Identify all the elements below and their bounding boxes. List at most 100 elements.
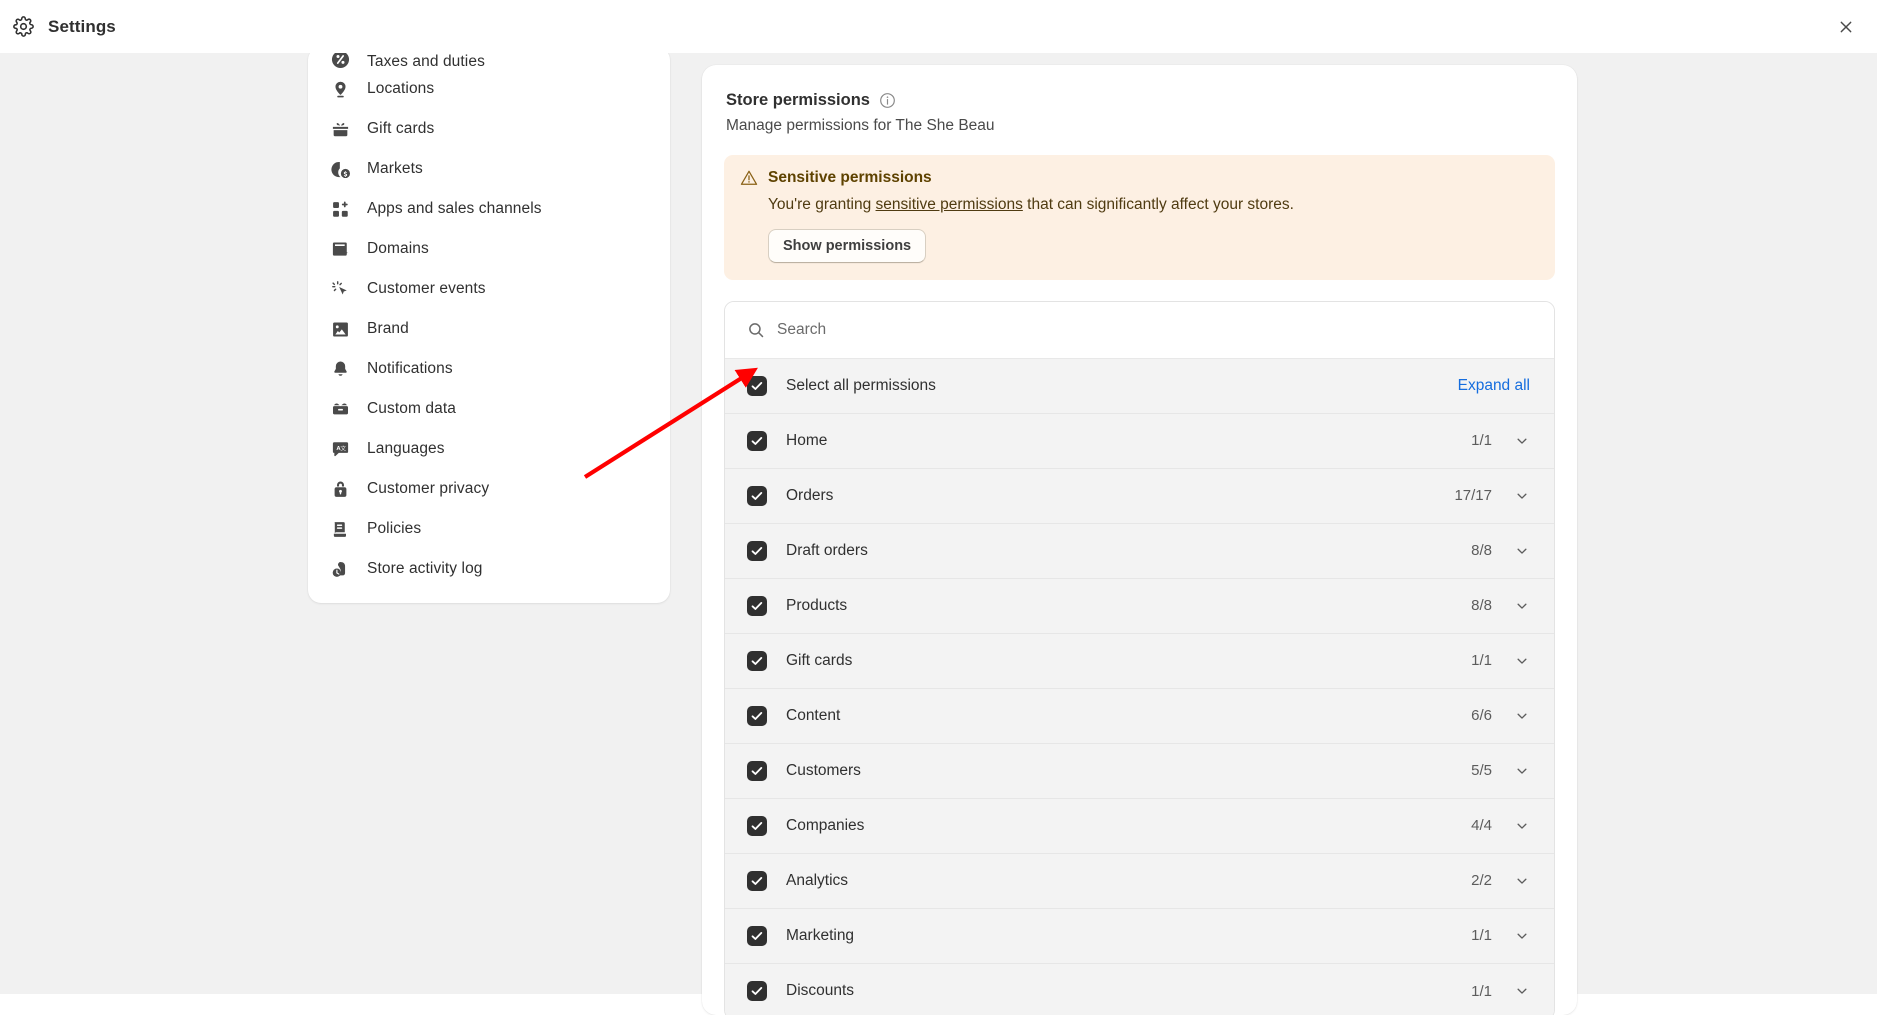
bell-icon: [330, 359, 350, 379]
sidebar-item-label: Markets: [367, 160, 423, 178]
info-icon[interactable]: [879, 92, 896, 109]
sidebar-item-label: Customer events: [367, 280, 486, 298]
permission-label: Discounts: [786, 982, 855, 1000]
permission-row[interactable]: Products 8/8: [725, 578, 1554, 634]
permission-label: Draft orders: [786, 541, 868, 559]
panel-subtitle: Manage permissions for The She Beau: [726, 117, 995, 134]
sidebar-item-label: Languages: [367, 440, 445, 458]
sidebar-item-label: Brand: [367, 320, 409, 338]
sidebar-item-customer-events[interactable]: Customer events: [320, 269, 658, 309]
permission-row[interactable]: Discounts 1/1: [725, 963, 1554, 1015]
sidebar-item-custom-data[interactable]: Custom data: [320, 389, 658, 429]
sidebar-item-label: Locations: [367, 80, 435, 98]
sensitive-permissions-banner: Sensitive permissions You're granting se…: [724, 155, 1555, 280]
search-input[interactable]: [777, 320, 1532, 339]
sidebar-item-brand[interactable]: Brand: [320, 309, 658, 349]
policies-icon: [330, 519, 350, 539]
warning-icon: [740, 169, 758, 187]
permission-checkbox[interactable]: [747, 430, 767, 451]
chevron-down-icon[interactable]: [1514, 928, 1530, 944]
sidebar-item-notifications[interactable]: Notifications: [320, 349, 658, 389]
permission-row[interactable]: Content 6/6: [725, 688, 1554, 744]
sidebar-item-markets[interactable]: Markets: [320, 149, 658, 189]
domains-icon: [330, 239, 350, 259]
chevron-down-icon[interactable]: [1514, 598, 1530, 614]
permission-row[interactable]: Gift cards 1/1: [725, 633, 1554, 689]
permission-checkbox[interactable]: [747, 815, 767, 836]
banner-text: You're granting sensitive permissions th…: [768, 195, 1539, 216]
permission-label: Gift cards: [786, 651, 853, 669]
show-permissions-button[interactable]: Show permissions: [768, 228, 927, 263]
chevron-down-icon[interactable]: [1514, 818, 1530, 834]
banner-text-before: You're granting: [768, 196, 876, 213]
close-icon: [1840, 21, 1852, 32]
svg-text:文: 文: [340, 444, 346, 452]
activity-log-icon: [330, 559, 350, 579]
permission-count: 1/1: [1471, 432, 1492, 450]
sidebar-item-domains[interactable]: Domains: [320, 229, 658, 269]
sidebar-item-label: Notifications: [367, 360, 453, 378]
chevron-down-icon[interactable]: [1514, 433, 1530, 449]
settings-nav-list: Taxes and duties Locations Gift cards Ma…: [308, 47, 670, 589]
chevron-down-icon[interactable]: [1514, 488, 1530, 504]
permission-row[interactable]: Companies 4/4: [725, 798, 1554, 854]
page-title: Settings: [48, 16, 116, 36]
permission-row[interactable]: Home 1/1: [725, 413, 1554, 469]
sidebar-item-gift-cards[interactable]: Gift cards: [320, 109, 658, 149]
permission-checkbox[interactable]: [747, 705, 767, 726]
page-body: Taxes and duties Locations Gift cards Ma…: [0, 47, 1877, 1015]
permission-row[interactable]: Analytics 2/2: [725, 853, 1554, 909]
permission-count: 5/5: [1471, 762, 1492, 780]
permissions-list: Select all permissions Expand all Home 1/…: [724, 300, 1555, 1015]
panel-title: Store permissions: [726, 91, 870, 109]
sidebar-item-apps-and-sales-channels[interactable]: Apps and sales channels: [320, 189, 658, 229]
sidebar-item-label: Custom data: [367, 400, 456, 418]
permission-checkbox[interactable]: [747, 925, 767, 946]
permission-label: Marketing: [786, 926, 855, 944]
permission-checkbox[interactable]: [747, 540, 767, 561]
sidebar-item-label: Store activity log: [367, 560, 483, 578]
permission-label: Home: [786, 431, 828, 449]
chevron-down-icon[interactable]: [1514, 873, 1530, 889]
permission-label: Orders: [786, 486, 834, 504]
panel-title-row: Store permissions: [726, 91, 1553, 110]
database-icon: [330, 399, 350, 419]
chevron-down-icon[interactable]: [1514, 708, 1530, 724]
banner-title-row: Sensitive permissions: [740, 169, 1539, 187]
sidebar-item-locations[interactable]: Locations: [320, 69, 658, 109]
gear-icon: [13, 16, 34, 37]
location-pin-icon: [330, 79, 350, 99]
close-button[interactable]: [1829, 10, 1863, 44]
permission-row[interactable]: Marketing 1/1: [725, 908, 1554, 964]
sidebar-item-policies[interactable]: Policies: [320, 509, 658, 549]
chevron-down-icon[interactable]: [1514, 983, 1530, 999]
select-all-checkbox[interactable]: [747, 375, 767, 396]
permission-checkbox[interactable]: [747, 650, 767, 671]
permission-count: 1/1: [1471, 652, 1492, 670]
permission-count: 1/1: [1471, 927, 1492, 945]
permission-row[interactable]: Orders 17/17: [725, 468, 1554, 524]
sidebar-item-store-activity-log[interactable]: Store activity log: [320, 549, 658, 589]
sensitive-permissions-link[interactable]: sensitive permissions: [876, 196, 1023, 213]
permission-label: Companies: [786, 816, 865, 834]
permission-checkbox[interactable]: [747, 595, 767, 616]
permission-row[interactable]: Customers 5/5: [725, 743, 1554, 799]
permission-checkbox[interactable]: [747, 760, 767, 781]
chevron-down-icon[interactable]: [1514, 543, 1530, 559]
panel-header: Store permissions Manage permissions for…: [702, 65, 1577, 135]
gift-card-icon: [330, 119, 350, 139]
sidebar-item-label: Customer privacy: [367, 480, 490, 498]
sidebar-item-languages[interactable]: A文 Languages: [320, 429, 658, 469]
expand-all-link[interactable]: Expand all: [1458, 377, 1530, 395]
search-row: [725, 301, 1554, 359]
chevron-down-icon[interactable]: [1514, 763, 1530, 779]
permission-row[interactable]: Draft orders 8/8: [725, 523, 1554, 579]
chevron-down-icon[interactable]: [1514, 653, 1530, 669]
settings-sidebar: Taxes and duties Locations Gift cards Ma…: [308, 47, 670, 603]
sidebar-item-customer-privacy[interactable]: Customer privacy: [320, 469, 658, 509]
permission-checkbox[interactable]: [747, 485, 767, 506]
select-all-permissions-row[interactable]: Select all permissions Expand all: [725, 358, 1554, 414]
translate-icon: A文: [330, 439, 350, 459]
permission-checkbox[interactable]: [747, 981, 767, 1002]
permission-checkbox[interactable]: [747, 870, 767, 891]
